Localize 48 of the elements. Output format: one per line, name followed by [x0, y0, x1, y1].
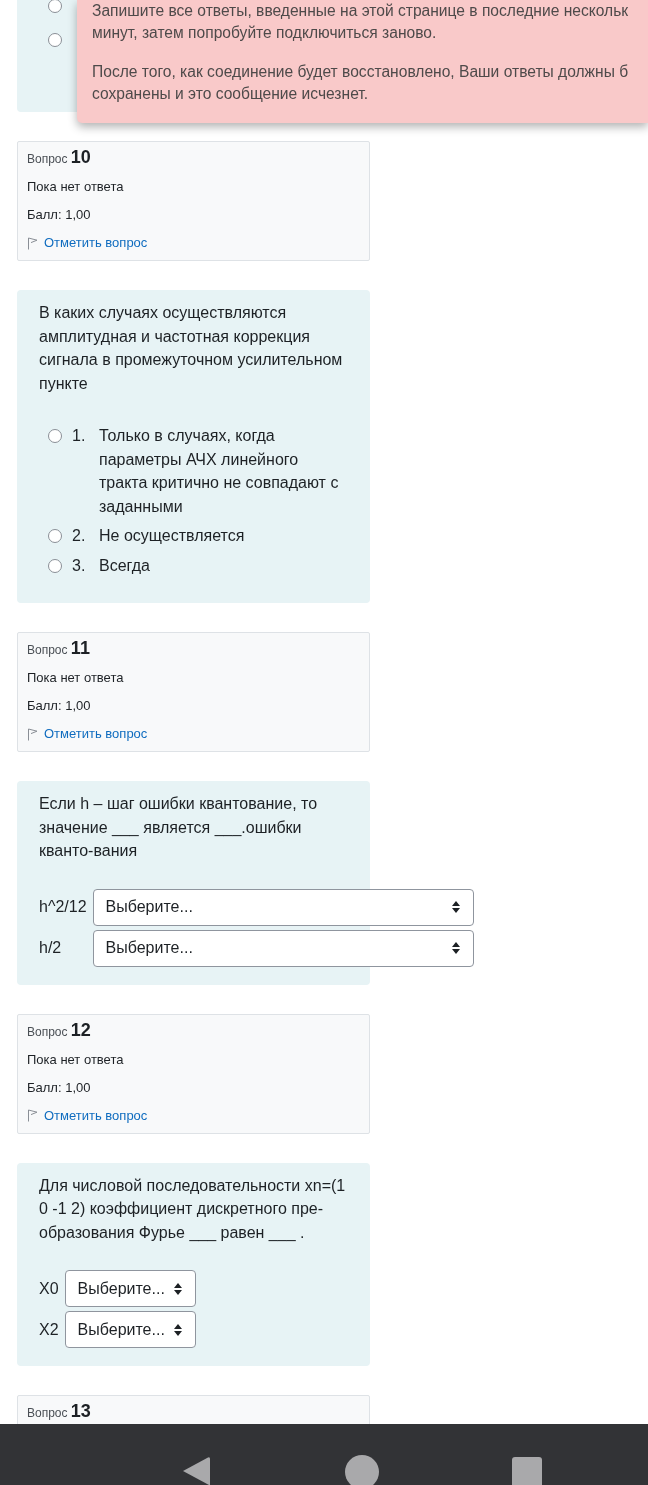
question-number: Вопрос 13: [27, 1401, 92, 1423]
option-number: 1.: [72, 426, 87, 446]
question-grade: Балл: 1,00: [27, 697, 92, 715]
alert-message-line: После того, как соединение будет восстановлено, Ваши ответы должны б: [92, 62, 630, 82]
alert-message-line: Запишите все ответы, введенные на этой странице в последние нескольк: [92, 1, 630, 21]
answer-dropdown[interactable]: Выберите...: [92, 929, 474, 967]
question-number: Вопрос 11: [27, 638, 91, 660]
answer-status: Пока нет ответа: [27, 178, 125, 196]
answer-status: Пока нет ответа: [27, 1050, 125, 1069]
question-text: В каких случаях осуществляются амплитудная и частотная коррекция сигнала в промежуточном усилительном пункте: [39, 303, 344, 394]
alert-message-line: сохранены и это сообщение исчезнет.: [92, 84, 370, 104]
question-text: Если h – шаг ошибки квантование, то значение ___ является ___.ошибки кванто-вания: [39, 794, 319, 861]
flag-icon[interactable]: [27, 236, 38, 250]
updown-triangles-icon: [173, 1282, 182, 1295]
option-number: 2.: [72, 526, 87, 546]
option-number: 3.: [72, 555, 87, 576]
flag-question-link[interactable]: Отметить вопрос: [44, 1105, 148, 1126]
answer-status: Пока нет ответа: [27, 669, 125, 687]
radio-button[interactable]: [48, 429, 62, 443]
updown-triangles-icon: [451, 901, 460, 913]
alert-message-line: минут, затем попробуйте подключиться заново.: [92, 23, 438, 43]
option-text[interactable]: Всегда: [99, 553, 350, 577]
radio-button[interactable]: [48, 33, 62, 47]
flag-icon[interactable]: [27, 727, 38, 741]
answer-dropdown[interactable]: Выберите...: [64, 1270, 196, 1307]
radio-button[interactable]: [48, 0, 62, 13]
flag-icon[interactable]: [27, 1109, 38, 1122]
updown-triangles-icon: [173, 1323, 182, 1336]
updown-triangles-icon: [451, 942, 460, 954]
answer-dropdown[interactable]: Выберите...: [64, 1311, 196, 1348]
home-icon[interactable]: [345, 1455, 379, 1485]
answer-dropdown[interactable]: Выберите...: [92, 888, 474, 926]
question-text: Для числовой последовательности xn=(1 0 -1 2) коэффициент дискретного пре-образования Фурье ___ равен ___ .: [39, 1175, 347, 1244]
option-text[interactable]: Только в случаях, когда параметры АЧХ линейного тракта критично не совпадают с заданными: [99, 424, 350, 518]
match-stem: h^2/12: [39, 897, 87, 917]
question-number: Вопрос 10: [27, 147, 92, 169]
radio-button[interactable]: [48, 529, 62, 543]
match-stem: h/2: [39, 938, 63, 958]
flag-question-link[interactable]: Отметить вопрос: [44, 233, 148, 253]
question-number: Вопрос 12: [27, 1019, 92, 1042]
question-grade: Балл: 1,00: [27, 206, 92, 224]
option-text[interactable]: Не осуществляется: [99, 524, 350, 548]
question-grade: Балл: 1,00: [27, 1078, 92, 1097]
radio-button[interactable]: [48, 558, 62, 573]
back-icon[interactable]: [181, 1456, 211, 1485]
flag-question-link[interactable]: Отметить вопрос: [44, 724, 148, 744]
match-stem: X0: [39, 1278, 59, 1299]
match-stem: X2: [39, 1319, 59, 1340]
